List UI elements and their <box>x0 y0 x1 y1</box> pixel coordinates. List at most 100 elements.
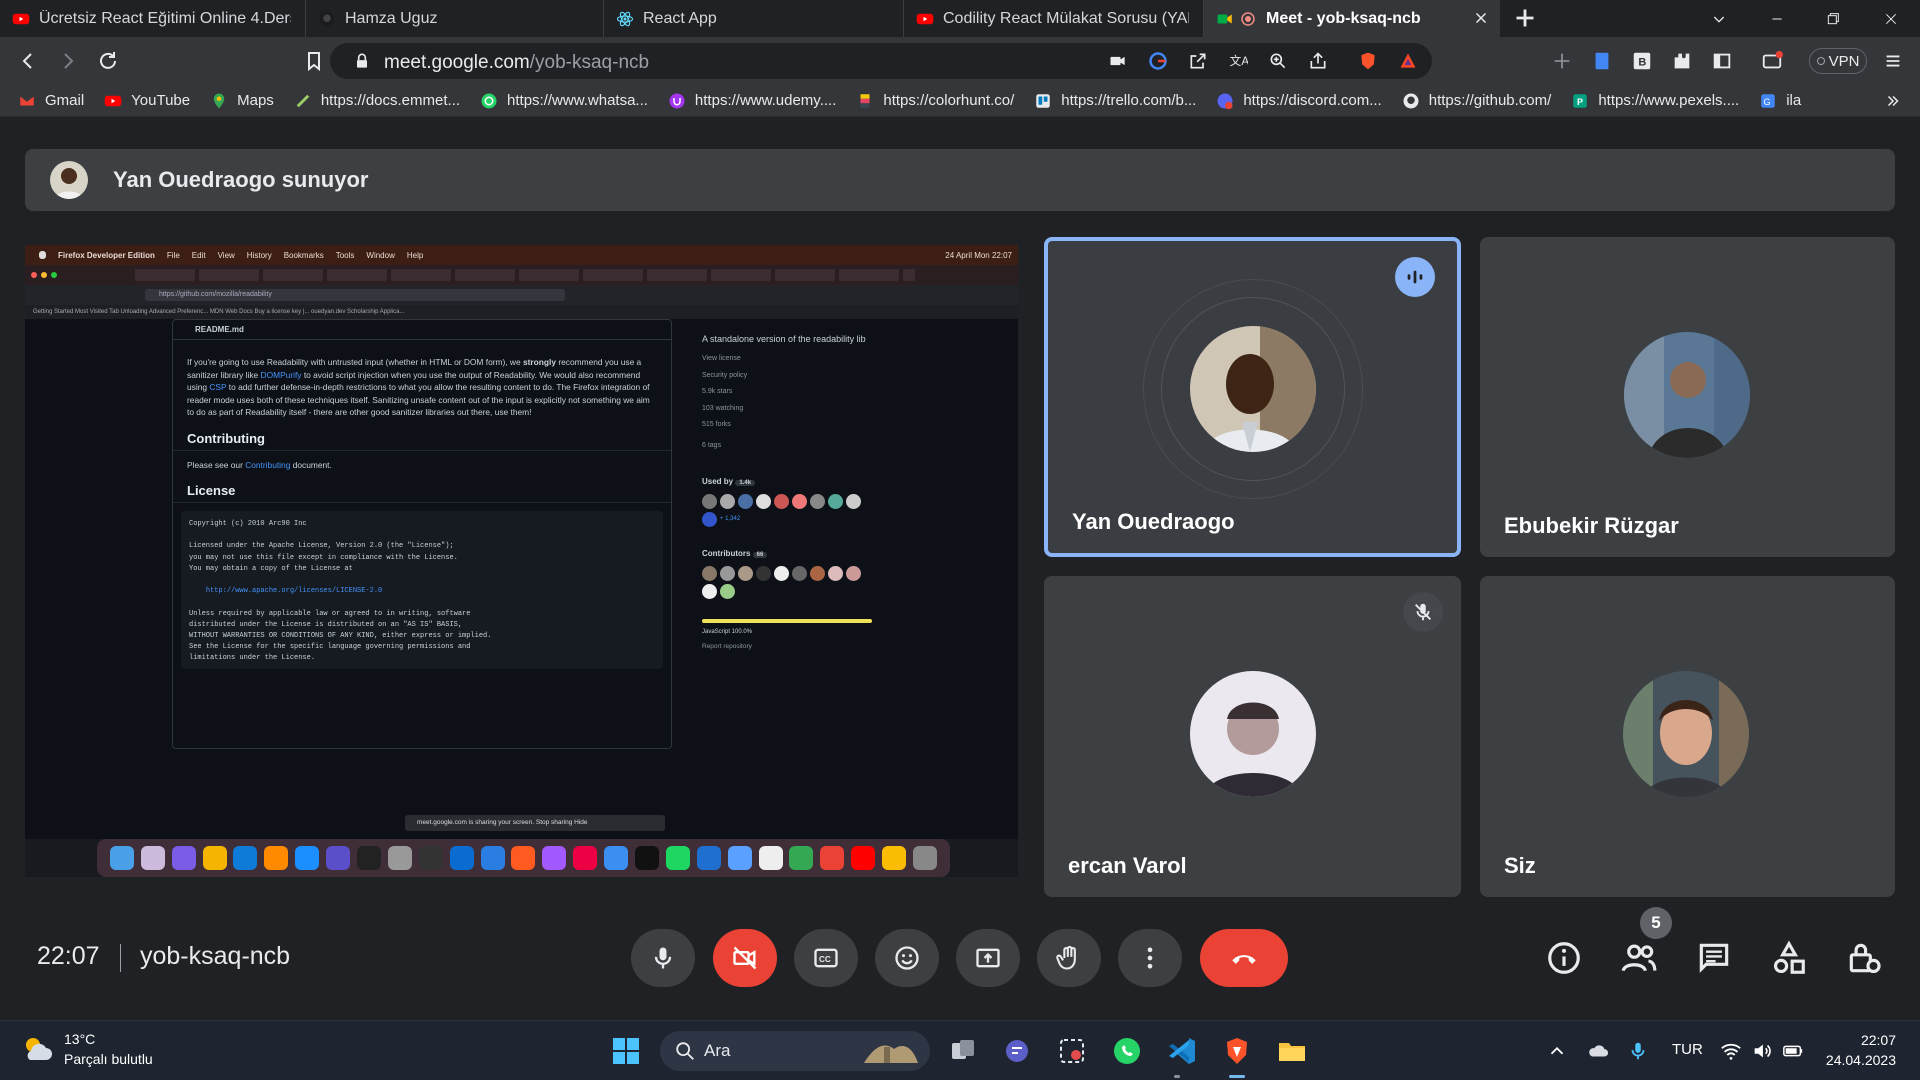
camera-button[interactable] <box>713 929 777 987</box>
camera-icon[interactable] <box>1108 51 1128 71</box>
presenter-banner: Yan Ouedraogo sunuyor <box>25 149 1895 211</box>
windows-taskbar: 13°C Parçalı bulutlu Ara TUR 22:07 24.04… <box>0 1020 1920 1080</box>
leave-call-button[interactable] <box>1200 929 1288 987</box>
weather-icon[interactable] <box>20 1032 54 1066</box>
bookmark-pexels[interactable]: Phttps://www.pexels.... <box>1571 92 1739 110</box>
extensions-puzzle-icon[interactable] <box>1671 50 1693 72</box>
shared-screen[interactable]: Firefox Developer Edition File Edit View… <box>25 245 1018 877</box>
minimize-button[interactable] <box>1754 0 1800 37</box>
reactions-button[interactable] <box>875 929 939 987</box>
search-highlight-icon <box>864 1045 918 1063</box>
input-language[interactable]: TUR <box>1672 1041 1703 1058</box>
mac-dock <box>97 839 950 877</box>
more-options-button[interactable] <box>1118 929 1182 987</box>
bookmark-udemy[interactable]: https://www.udemy.... <box>668 92 836 110</box>
translate-icon[interactable]: 文A <box>1228 51 1248 71</box>
bookmark-trello[interactable]: https://trello.com/b... <box>1034 92 1196 110</box>
new-tab-icon[interactable] <box>1508 1 1542 35</box>
extension-b-icon[interactable]: B <box>1631 50 1653 72</box>
restore-button[interactable] <box>1810 0 1856 37</box>
tab-search-button[interactable] <box>1696 0 1742 37</box>
participant-tile-ebubekir-ruzgar[interactable]: Ebubekir Rüzgar <box>1480 237 1895 557</box>
wallet-icon[interactable] <box>1761 50 1783 72</box>
volume-icon[interactable] <box>1751 1040 1773 1062</box>
close-tab-icon[interactable] <box>1472 9 1490 27</box>
teams-chat-icon[interactable] <box>1001 1035 1033 1067</box>
browser-tab-codility[interactable]: Codility React Mülakat Sorusu (YAPAM <box>904 0 1204 37</box>
minimize-icon <box>1772 18 1782 19</box>
sidebar-icon[interactable] <box>1711 50 1733 72</box>
bookmark-emmet[interactable]: https://docs.emmet... <box>294 92 460 110</box>
apple-icon <box>39 251 46 259</box>
hand-icon <box>1056 945 1076 970</box>
participant-name: Siz <box>1504 853 1536 878</box>
windows-start-icon[interactable] <box>610 1035 642 1067</box>
brave-browser-icon[interactable] <box>1221 1035 1253 1067</box>
more-bookmarks-icon[interactable] <box>1884 92 1902 110</box>
chevron-up-icon[interactable] <box>1546 1040 1568 1062</box>
file-explorer-icon[interactable] <box>1276 1035 1308 1067</box>
present-button[interactable] <box>956 929 1020 987</box>
task-view-icon[interactable] <box>947 1035 979 1067</box>
whatsapp-icon[interactable] <box>1111 1035 1143 1067</box>
vscode-icon[interactable] <box>1166 1035 1198 1067</box>
participant-name: ercan Varol <box>1068 853 1187 878</box>
brave-rewards-icon[interactable] <box>1398 51 1418 71</box>
reload-icon[interactable] <box>96 49 120 73</box>
battery-icon[interactable] <box>1782 1040 1804 1062</box>
bookmark-maps[interactable]: Maps <box>210 92 274 110</box>
bookmark-gmail[interactable]: Gmail <box>18 92 84 110</box>
window-close-button[interactable] <box>1868 0 1914 37</box>
svg-text:G: G <box>1764 96 1771 106</box>
participant-tile-ercan-varol[interactable]: ercan Varol <box>1044 576 1461 897</box>
share-icon[interactable] <box>1308 51 1328 71</box>
colorhunt-icon <box>860 93 870 108</box>
participant-tile-self[interactable]: Siz <box>1480 576 1895 897</box>
browser-tab-meet[interactable]: Meet - yob-ksaq-ncb <box>1204 0 1500 37</box>
activities-icon[interactable] <box>1770 939 1808 977</box>
raise-hand-button[interactable] <box>1037 929 1101 987</box>
meeting-details-icon[interactable] <box>1545 939 1583 977</box>
extension-docs-icon[interactable] <box>1591 50 1613 72</box>
chat-icon[interactable] <box>1695 939 1733 977</box>
back-icon[interactable] <box>16 49 40 73</box>
captions-button[interactable]: CC <box>794 929 858 987</box>
snipping-tool-icon[interactable] <box>1056 1035 1088 1067</box>
onedrive-icon[interactable] <box>1587 1040 1609 1062</box>
shared-repo-sidebar: A standalone version of the readability … <box>702 319 882 749</box>
youtube-icon <box>916 13 934 24</box>
bookmark-youtube[interactable]: YouTube <box>104 92 190 110</box>
brave-shields-icon[interactable] <box>1358 51 1378 71</box>
extension-grid-icon[interactable] <box>1551 50 1573 72</box>
bookmark-whatsapp[interactable]: https://www.whatsa... <box>480 92 648 110</box>
bookmark-discord[interactable]: https://discord.com... <box>1216 92 1382 110</box>
wifi-icon[interactable] <box>1720 1040 1742 1062</box>
browser-tab-react-course[interactable]: Ücretsiz React Eğitimi Online 4.Ders - Y <box>0 0 306 37</box>
open-external-icon[interactable] <box>1188 51 1208 71</box>
language-bar <box>702 618 872 623</box>
participant-tile-yan-ouedraogo[interactable]: Yan Ouedraogo <box>1044 237 1461 557</box>
address-bar[interactable]: meet.google.com/yob-ksaq-ncb 文A <box>330 43 1432 79</box>
zoom-icon[interactable] <box>1268 51 1288 71</box>
bookmark-colorhunt[interactable]: https://colorhunt.co/ <box>856 92 1014 110</box>
mic-icon <box>654 947 672 969</box>
forward-icon[interactable] <box>56 49 80 73</box>
emmet-icon <box>296 94 310 107</box>
browser-tab-hamza-uguz[interactable]: Hamza Uguz <box>306 0 604 37</box>
taskbar-search[interactable]: Ara <box>660 1031 930 1071</box>
google-lens-icon[interactable] <box>1148 51 1168 71</box>
bookmark-github[interactable]: https://github.com/ <box>1402 92 1551 110</box>
github-icon <box>319 11 335 26</box>
browser-tab-react-app[interactable]: React App <box>604 0 904 37</box>
camera-off-icon <box>733 946 757 970</box>
microphone-tray-icon[interactable] <box>1627 1040 1649 1062</box>
vpn-button[interactable]: VPN <box>1809 48 1867 74</box>
bookmark-translate[interactable]: Gila <box>1759 92 1801 110</box>
host-controls-icon[interactable] <box>1845 939 1883 977</box>
maps-icon <box>213 93 225 108</box>
taskbar-clock[interactable]: 22:07 24.04.2023 <box>1826 1030 1896 1070</box>
microphone-button[interactable] <box>631 929 695 987</box>
bookmark-icon[interactable] <box>302 49 326 73</box>
menu-icon[interactable] <box>1882 50 1904 72</box>
people-icon[interactable] <box>1620 939 1658 977</box>
